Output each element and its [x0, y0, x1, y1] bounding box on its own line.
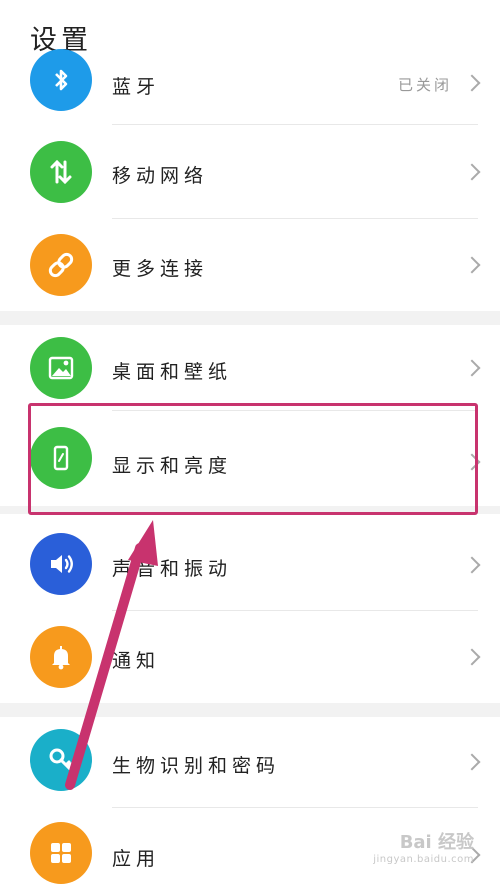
watermark-url: jingyan.baidu.com — [373, 854, 474, 865]
watermark-logo: Bai 经验 — [399, 832, 474, 853]
annotation-arrow — [65, 520, 158, 790]
watermark: Bai 经验 jingyan.baidu.com — [373, 828, 474, 865]
